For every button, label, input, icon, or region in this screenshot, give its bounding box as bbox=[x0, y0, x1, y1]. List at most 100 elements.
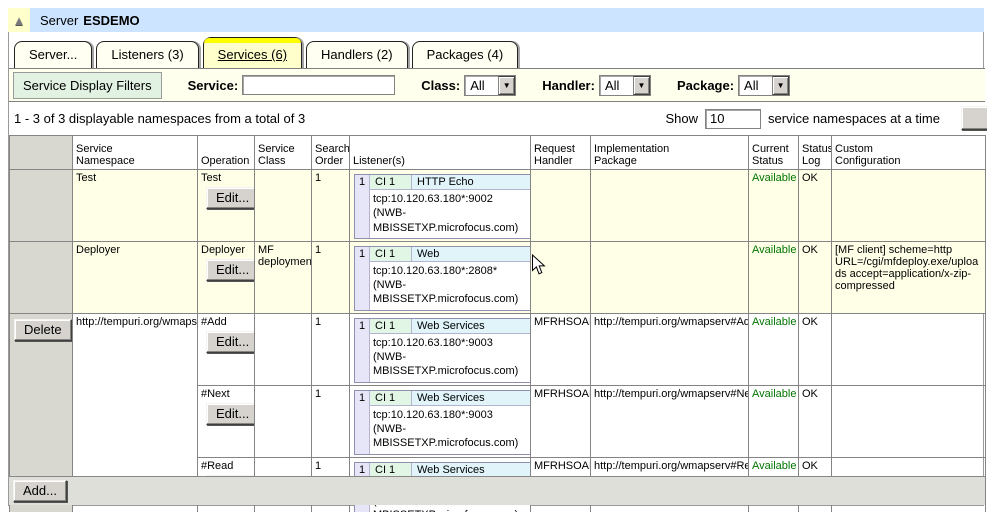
service-class-cell bbox=[255, 313, 312, 385]
triangle-up-icon: ▲ bbox=[13, 14, 26, 27]
listener-address: tcp:10.120.63.180*:2808* (NWB-MBISSETXP.… bbox=[370, 262, 531, 310]
listeners-cell: 1 CI 1 Web Services tcp:10.120.63.180*:9… bbox=[350, 313, 531, 385]
results-summary: 1 - 3 of 3 displayable namespaces from a… bbox=[14, 111, 305, 126]
implementation-package-cell bbox=[591, 170, 749, 242]
handler-filter-label: Handler: bbox=[542, 78, 595, 93]
operation-cell: #Add Edit... bbox=[198, 313, 255, 385]
listeners-cell: 1 CI 1 HTTP Echo tcp:10.120.63.180*:9002… bbox=[350, 170, 531, 242]
custom-config-cell bbox=[832, 313, 986, 385]
status-cell: Available bbox=[749, 241, 799, 313]
operation-label: #Read bbox=[201, 460, 251, 472]
listener-box: 1 CI 1 Web Services tcp:10.120.63.180*:9… bbox=[354, 318, 531, 383]
custom-config-cell bbox=[832, 385, 986, 457]
listener-name: Web Services bbox=[412, 463, 531, 477]
column-header-service-class: Service Class bbox=[255, 136, 312, 170]
service-class-cell: MF deployment bbox=[255, 241, 312, 313]
search-order-cell: 1 bbox=[312, 241, 350, 313]
tab-packages[interactable]: Packages (4) bbox=[412, 41, 519, 68]
operation-label: #Add bbox=[201, 316, 251, 328]
custom-config-cell bbox=[832, 170, 986, 242]
status-log-cell: OK bbox=[799, 385, 832, 457]
delete-button[interactable]: Delete bbox=[14, 319, 72, 341]
custom-config-cell: [MF client] scheme=http URL=/cgi/mfdeplo… bbox=[832, 241, 986, 313]
listener-number: 1 bbox=[355, 175, 370, 238]
chevron-down-icon: ▼ bbox=[633, 76, 650, 95]
operation-label: Test bbox=[201, 172, 251, 184]
show-count-input[interactable] bbox=[705, 109, 761, 129]
tab-handlers[interactable]: Handlers (2) bbox=[306, 41, 408, 68]
handler-filter-select[interactable]: All ▼ bbox=[599, 75, 651, 96]
listeners-cell: 1 CI 1 Web tcp:10.120.63.180*:2808* (NWB… bbox=[350, 241, 531, 313]
listeners-cell: 1 CI 1 Web Services tcp:10.120.63.180*:9… bbox=[350, 385, 531, 457]
actions-cell bbox=[10, 241, 73, 313]
listener-box: 1 CI 1 Web tcp:10.120.63.180*:2808* (NWB… bbox=[354, 246, 531, 311]
server-collapse-button[interactable]: ▲ bbox=[8, 8, 30, 32]
status-cell: Available bbox=[749, 385, 799, 457]
pagination-band: 1 - 3 of 3 displayable namespaces from a… bbox=[9, 102, 985, 135]
filter-legend: Service Display Filters bbox=[13, 72, 162, 99]
service-class-cell bbox=[255, 170, 312, 242]
filter-bar: Service Display Filters Service: Class: … bbox=[9, 68, 985, 102]
request-handler-cell: MFRHSOAP bbox=[531, 313, 591, 385]
status-cell: Available bbox=[749, 170, 799, 242]
column-header-status-log: Status Log bbox=[799, 136, 832, 170]
status-log-cell: OK bbox=[799, 313, 832, 385]
listener-name: HTTP Echo bbox=[412, 175, 531, 189]
listener-address: tcp:10.120.63.180*:9002 (NWB-MBISSETXP.m… bbox=[370, 190, 531, 238]
service-filter-label: Service: bbox=[188, 78, 239, 93]
edit-button[interactable]: Edit... bbox=[206, 259, 255, 281]
server-name: ESDEMO bbox=[83, 13, 139, 28]
listener-number: 1 bbox=[355, 247, 370, 310]
search-order-cell: 1 bbox=[312, 385, 350, 457]
edit-button[interactable]: Edit... bbox=[206, 187, 255, 209]
server-title-bar: Server ESDEMO bbox=[30, 8, 984, 32]
listener-address: tcp:10.120.63.180*:9003 (NWB-MBISSETXP.m… bbox=[370, 334, 531, 382]
namespace-cell: Deployer bbox=[73, 241, 198, 313]
tab-server[interactable]: Server... bbox=[14, 41, 92, 68]
service-class-cell bbox=[255, 385, 312, 457]
tab-strip: Server... Listeners (3) Services (6) Han… bbox=[14, 39, 518, 68]
class-filter-select[interactable]: All ▼ bbox=[464, 75, 516, 96]
listener-number: 1 bbox=[355, 391, 370, 454]
implementation-package-cell: http://tempuri.org/wmapserv#Add bbox=[591, 313, 749, 385]
show-controls: Show service namespaces at a time bbox=[666, 109, 941, 129]
operation-cell: Deployer Edit... bbox=[198, 241, 255, 313]
listener-box: 1 CI 1 HTTP Echo tcp:10.120.63.180*:9002… bbox=[354, 174, 531, 239]
package-filter-select[interactable]: All ▼ bbox=[738, 75, 790, 96]
listener-conversation: CI 1 bbox=[370, 175, 412, 189]
server-title-prefix: Server bbox=[40, 13, 78, 28]
search-order-cell: 1 bbox=[312, 313, 350, 385]
edit-button[interactable]: Edit... bbox=[206, 403, 255, 425]
chevron-down-icon: ▼ bbox=[772, 76, 789, 95]
request-handler-cell: MFRHSOAP bbox=[531, 385, 591, 457]
show-apply-button[interactable] bbox=[961, 106, 987, 130]
header-row: Service Namespace Operation Service Clas… bbox=[10, 136, 986, 170]
add-button[interactable]: Add... bbox=[13, 480, 67, 502]
listener-box: 1 CI 1 Web Services tcp:10.120.63.180*:9… bbox=[354, 390, 531, 455]
operation-label: #Next bbox=[201, 388, 251, 400]
column-header-request-handler: Request Handler bbox=[531, 136, 591, 170]
table-footer: Add... bbox=[9, 476, 985, 505]
listener-name: Web Services bbox=[412, 319, 531, 333]
show-count-label: Show bbox=[666, 111, 699, 126]
listener-address: tcp:10.120.63.180*:9003 (NWB-MBISSETXP.m… bbox=[370, 406, 531, 454]
edit-button[interactable]: Edit... bbox=[206, 331, 255, 353]
show-count-suffix: service namespaces at a time bbox=[768, 111, 940, 126]
listener-conversation: CI 1 bbox=[370, 463, 412, 477]
column-header-listeners: Listener(s) bbox=[350, 136, 531, 170]
search-order-cell: 1 bbox=[312, 170, 350, 242]
implementation-package-cell: http://tempuri.org/wmapserv#Next bbox=[591, 385, 749, 457]
operation-label: Deployer bbox=[201, 244, 251, 256]
column-header-namespace: Service Namespace bbox=[73, 136, 198, 170]
status-log-cell: OK bbox=[799, 170, 832, 242]
status-log-cell: OK bbox=[799, 241, 832, 313]
status-cell: Available bbox=[749, 313, 799, 385]
tab-listeners[interactable]: Listeners (3) bbox=[96, 41, 198, 68]
column-header-operation: Operation bbox=[198, 136, 255, 170]
listener-conversation: CI 1 bbox=[370, 391, 412, 405]
tab-services[interactable]: Services (6) bbox=[203, 37, 302, 68]
implementation-package-cell bbox=[591, 241, 749, 313]
request-handler-cell bbox=[531, 241, 591, 313]
services-table: Service Namespace Operation Service Clas… bbox=[9, 135, 986, 512]
service-filter-input[interactable] bbox=[242, 75, 395, 95]
